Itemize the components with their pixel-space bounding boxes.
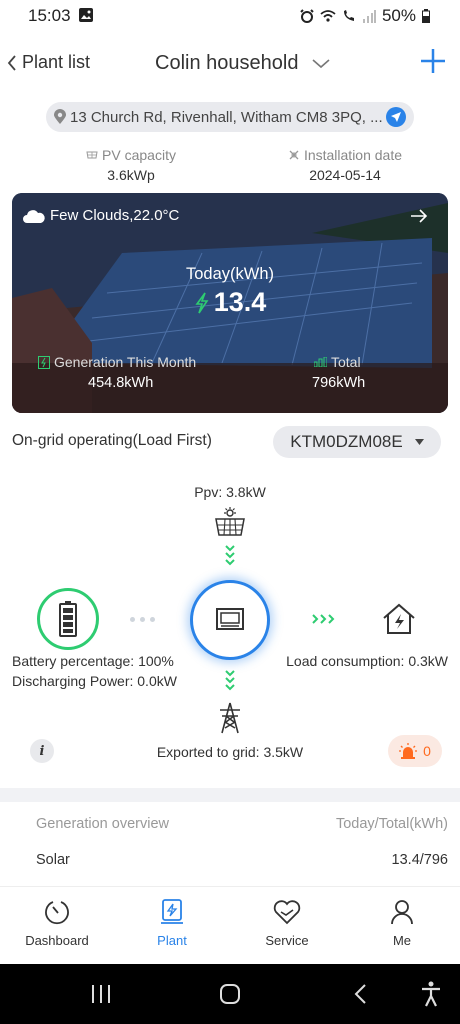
- system-nav-bar: [0, 964, 460, 1024]
- battery-icon: [422, 9, 430, 23]
- back-nav-icon[interactable]: [352, 983, 368, 1005]
- month-generation-value: 454.8kWh: [88, 375, 154, 391]
- install-label: Installation date: [303, 147, 403, 163]
- tab-service-label: Service: [265, 933, 309, 948]
- section-divider: [0, 788, 460, 802]
- tab-dashboard[interactable]: Dashboard: [12, 899, 102, 948]
- pv-capacity-label: PV capacity: [102, 147, 176, 163]
- battery-status[interactable]: [37, 588, 99, 650]
- flow-right-arrows-load: [312, 612, 336, 630]
- today-generation: 13.4: [12, 287, 448, 318]
- status-icons: 50%: [300, 6, 430, 26]
- gallery-icon: [79, 8, 94, 22]
- caret-down-icon: [414, 439, 424, 445]
- arrow-right-icon[interactable]: [410, 209, 428, 223]
- cloud-icon: [23, 209, 45, 223]
- tab-me-label: Me: [392, 933, 412, 948]
- status-time: 15:03: [28, 6, 94, 26]
- plant-name: Colin household: [155, 52, 299, 74]
- person-icon: [391, 900, 413, 925]
- service-icon: [273, 900, 301, 925]
- alarm-icon: [300, 9, 314, 23]
- device-selector[interactable]: KTM0DZM08E: [273, 426, 441, 458]
- status-bar: 15:03 50%: [0, 0, 460, 32]
- tab-plant[interactable]: Plant: [127, 899, 217, 948]
- pv-capacity: PV capacity 3.6kWp: [66, 147, 196, 183]
- total-value: 796kWh: [312, 375, 366, 391]
- generation-card[interactable]: Few Clouds,22.0°C Today(kWh) 13.4 Genera…: [12, 193, 448, 413]
- operating-mode: On-grid operating(Load First): [12, 432, 212, 449]
- battery-flow-dots: [130, 617, 155, 622]
- total-label: Total: [314, 354, 361, 370]
- lightning-icon: [195, 292, 209, 313]
- install-value: 2024-05-14: [309, 167, 381, 183]
- generation-overview-title: Generation overview: [36, 816, 169, 832]
- chevron-left-icon: [7, 54, 16, 71]
- battery-full-icon: [59, 601, 77, 637]
- tab-me[interactable]: Me: [357, 899, 447, 948]
- load-consumption: Load consumption: 0.3kW: [286, 653, 448, 669]
- flow-down-arrows-grid: [224, 670, 236, 697]
- weather-text: Few Clouds,22.0°C: [50, 207, 180, 224]
- weather: Few Clouds,22.0°C: [22, 207, 179, 224]
- tools-icon: [289, 150, 299, 160]
- battery-percentage: Battery percentage: 100%: [12, 653, 174, 669]
- back-label: Plant list: [22, 52, 91, 72]
- recent-apps-icon[interactable]: [90, 983, 112, 1005]
- wifi-icon: [320, 10, 336, 22]
- back-button[interactable]: Plant list: [6, 52, 90, 73]
- navigation-arrow-icon: [391, 112, 401, 122]
- home-button-icon[interactable]: [219, 983, 241, 1005]
- installation-date: Installation date 2024-05-14: [275, 147, 415, 183]
- tab-plant-label: Plant: [157, 933, 187, 948]
- home-power-icon[interactable]: [382, 603, 416, 635]
- generation-unit-label: Today/Total(kWh): [335, 816, 448, 832]
- call-icon: [343, 10, 354, 21]
- alarm-count: 0: [423, 743, 431, 759]
- address-bar[interactable]: 13 Church Rd, Rivenhall, Witham CM8 3PQ,…: [46, 102, 414, 132]
- flow-down-arrows-solar: [224, 545, 236, 572]
- today-value: 13.4: [213, 287, 267, 317]
- solar-panel-icon: [215, 507, 245, 536]
- generation-row-value: 13.4/796: [391, 852, 448, 868]
- tab-bar: Dashboard Plant Service Me: [0, 886, 460, 964]
- tab-dashboard-label: Dashboard: [25, 933, 89, 948]
- address-text: 13 Church Rd, Rivenhall, Witham CM8 3PQ,…: [70, 108, 383, 126]
- siren-icon: [399, 743, 418, 759]
- pv-capacity-value: 3.6kWp: [107, 167, 155, 183]
- chevron-down-icon: [312, 58, 330, 68]
- bar-chart-icon: [314, 357, 327, 367]
- plant-icon: [161, 899, 183, 924]
- location-pin-icon: [54, 109, 66, 124]
- today-label: Today(kWh): [185, 265, 275, 283]
- accessibility-icon[interactable]: [420, 981, 442, 1007]
- tab-service[interactable]: Service: [242, 899, 332, 948]
- battery-percent: 50%: [381, 6, 416, 25]
- battery-charge-icon: [38, 355, 50, 369]
- pv-panel-icon: [86, 151, 98, 159]
- discharging-power: Discharging Power: 0.0kW: [12, 673, 177, 689]
- power-tower-icon[interactable]: [217, 702, 243, 734]
- plant-selector[interactable]: Colin household: [155, 52, 330, 75]
- navigate-button[interactable]: [386, 107, 406, 127]
- inverter-icon: [216, 608, 244, 630]
- add-plant-button[interactable]: [420, 48, 446, 74]
- ppv-value: Ppv: 3.8kW: [194, 484, 266, 500]
- signal-icon: [362, 10, 376, 23]
- dashboard-icon: [45, 901, 69, 925]
- generation-row-name: Solar: [36, 852, 70, 868]
- month-generation-label: Generation This Month: [38, 354, 196, 370]
- alarm-button[interactable]: 0: [388, 735, 442, 767]
- device-id: KTM0DZM08E: [290, 432, 403, 451]
- inverter-node[interactable]: [190, 580, 270, 660]
